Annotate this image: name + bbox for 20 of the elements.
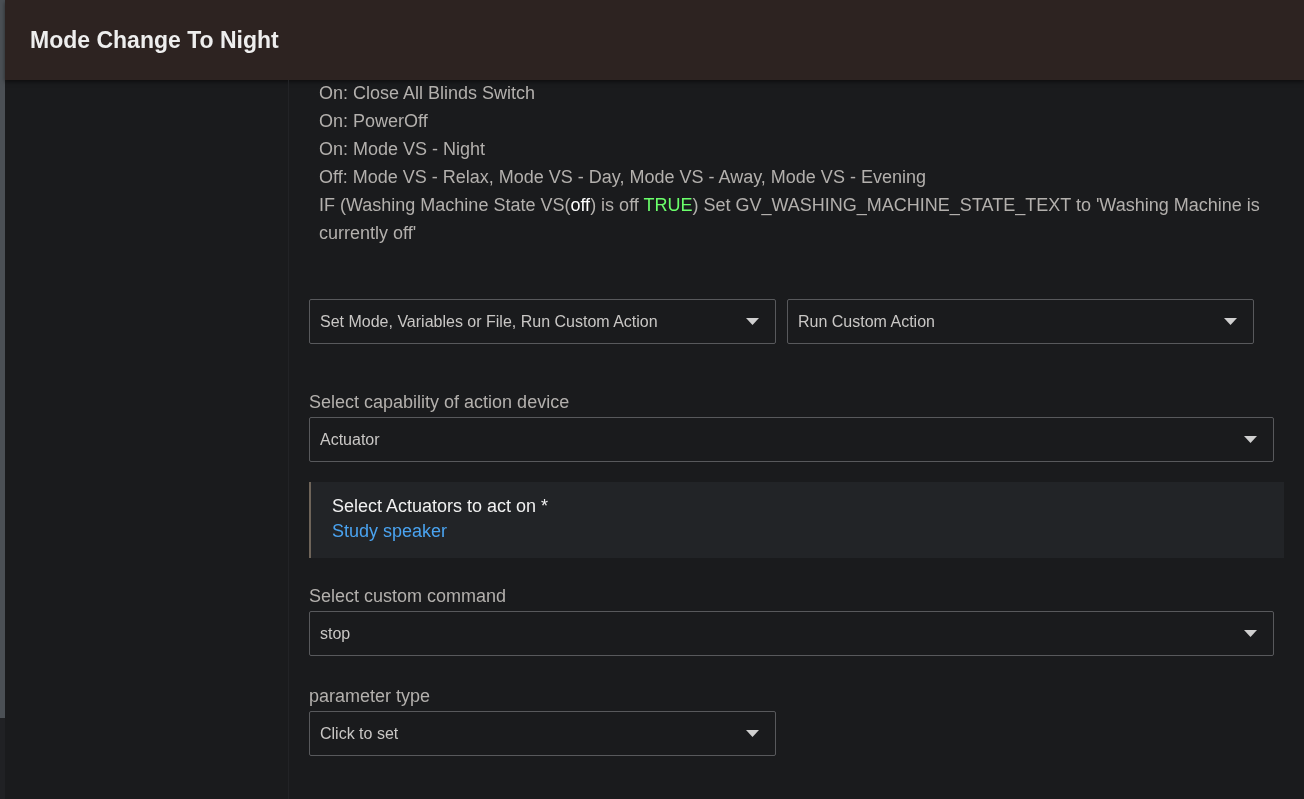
field-label: Select capability of action device bbox=[309, 392, 571, 413]
dropdown-select[interactable]: Actuator bbox=[309, 417, 1274, 462]
summary-line: Off: Mode VS - Relax, Mode VS - Day, Mode VS - Away, Mode VS - Evening bbox=[319, 166, 927, 189]
summary-line: On: Mode VS - Night bbox=[319, 138, 487, 161]
dropdown-select[interactable]: Set Mode, Variables or File, Run Custom Action bbox=[309, 299, 776, 344]
caret-icon bbox=[1244, 436, 1257, 443]
dropdown-select[interactable]: Run Custom Action bbox=[787, 299, 1254, 344]
summary-line: IF (Washing Machine State VS(off) is off TRUE) Set GV_WASHING_MACHINE_STATE_TEXT to 'Washing Machine is currently off' bbox=[319, 194, 1261, 245]
device-picker[interactable]: Select Actuators to act on * Study speaker bbox=[309, 482, 1284, 558]
caret-icon bbox=[1224, 318, 1237, 325]
caret-icon bbox=[1244, 630, 1257, 637]
caret-icon bbox=[746, 318, 759, 325]
dropdown-select[interactable]: Click to set bbox=[309, 711, 776, 756]
dropdown-select[interactable]: stop bbox=[309, 611, 1274, 656]
caret-icon bbox=[746, 730, 759, 737]
summary-line: On: Close All Blinds Switch bbox=[319, 82, 537, 105]
field-label: Select custom command bbox=[309, 586, 508, 607]
summary-line: On: PowerOff bbox=[319, 110, 429, 133]
field-label: parameter type bbox=[309, 686, 432, 707]
page-title: Mode Change To Night bbox=[30, 26, 279, 54]
